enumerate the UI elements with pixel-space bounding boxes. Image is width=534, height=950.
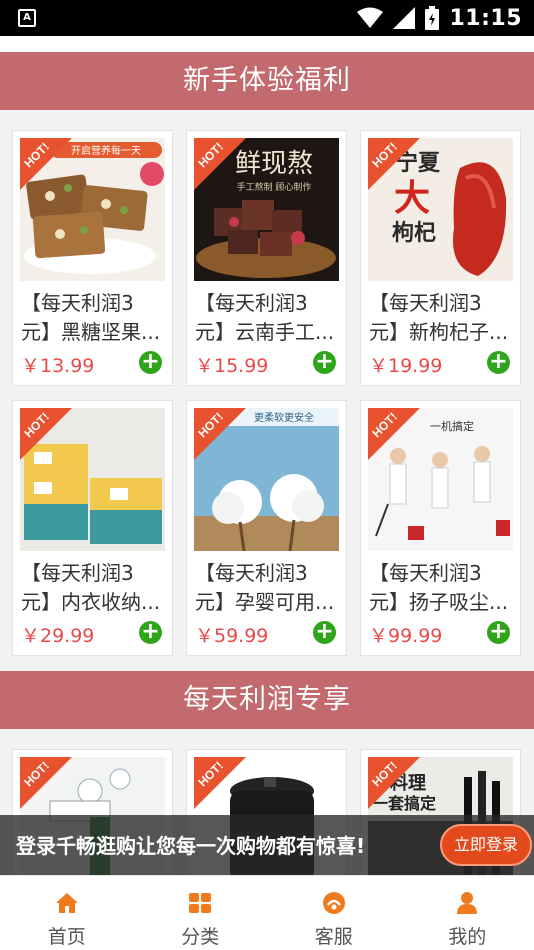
- product-title-line2: 元】新枸杞子...: [369, 320, 509, 344]
- signal-icon: [393, 7, 416, 29]
- product-image[interactable]: 一机搞定 HOT!: [368, 408, 513, 551]
- product-card[interactable]: 一机搞定 HOT! 【每天利润3 元】扬子吸尘... ￥99.99 +: [360, 400, 521, 656]
- tab-label: 首页: [47, 926, 86, 948]
- grid-icon: [189, 893, 212, 913]
- product-title[interactable]: 【每天利润3 元】孕婴可用...: [195, 559, 341, 617]
- product-price: ￥13.99: [21, 355, 95, 377]
- add-to-cart-button[interactable]: +: [313, 621, 336, 644]
- image-caption: 更柔软更安全: [254, 411, 314, 424]
- wifi-icon: [357, 7, 384, 28]
- product-title[interactable]: 【每天利润3 元】新枸杞子...: [369, 289, 515, 347]
- product-image[interactable]: 鲜现熬 手工熬制 顾心制作 HOT!: [194, 138, 339, 281]
- product-image[interactable]: 开启营养每一天 HOT!: [20, 138, 165, 281]
- battery-icon: [425, 6, 440, 30]
- product-title[interactable]: 【每天利润3 元】内衣收纳...: [21, 559, 167, 617]
- product-title-line2: 元】孕婴可用...: [195, 590, 335, 614]
- product-title[interactable]: 【每天利润3 元】扬子吸尘...: [369, 559, 515, 617]
- add-to-cart-button[interactable]: +: [139, 351, 162, 374]
- section-banner-new-user: 新手体验福利: [0, 52, 534, 110]
- product-price: ￥19.99: [369, 355, 443, 377]
- product-title-line1: 【每天利润3: [369, 291, 482, 315]
- product-price: ￥15.99: [195, 355, 269, 377]
- section-banner-daily-profit: 每天利润专享: [0, 671, 534, 729]
- product-title-line1: 【每天利润3: [195, 291, 308, 315]
- top-spacer: [0, 36, 534, 52]
- tab-service[interactable]: 客服: [267, 876, 401, 950]
- add-to-cart-button[interactable]: +: [487, 621, 510, 644]
- product-title-line1: 【每天利润3: [21, 561, 134, 585]
- service-icon: [322, 892, 345, 914]
- status-bar: A 11:15: [0, 0, 534, 36]
- product-card[interactable]: HOT! 【每天利润3 元】内衣收纳... ￥29.99 +: [12, 400, 173, 656]
- product-title-line1: 【每天利润3: [195, 561, 308, 585]
- product-title-line1: 【每天利润3: [369, 561, 482, 585]
- product-card[interactable]: 更柔软更安全 HOT! 【每天利润3 元】孕婴可用... ￥59.99 +: [186, 400, 347, 656]
- product-title-line2: 元】云南手工...: [195, 320, 335, 344]
- login-button[interactable]: 立即登录: [440, 824, 532, 866]
- tab-mine[interactable]: 我的: [401, 876, 534, 950]
- status-icons: 11:15: [357, 0, 522, 36]
- image-caption: 枸杞: [392, 220, 436, 246]
- product-title[interactable]: 【每天利润3 元】云南手工...: [195, 289, 341, 347]
- product-price: ￥29.99: [21, 625, 95, 647]
- app-notification-icon: A: [18, 9, 36, 27]
- image-caption: 鲜现熬: [235, 149, 313, 179]
- product-card[interactable]: 鲜现熬 手工熬制 顾心制作 HOT! 【每天利润3 元】云南手工... ￥15.…: [186, 130, 347, 386]
- tab-label: 我的: [448, 926, 487, 948]
- tab-label: 分类: [181, 926, 220, 948]
- product-price: ￥99.99: [369, 625, 443, 647]
- add-to-cart-button[interactable]: +: [313, 351, 336, 374]
- login-prompt-text: 登录千畅逛购让您每一次购物都有惊喜!: [16, 834, 366, 858]
- product-title-line2: 元】黑糖坚果...: [21, 320, 161, 344]
- tab-label: 客服: [314, 926, 353, 948]
- product-price: ￥59.99: [195, 625, 269, 647]
- product-grid-new-user: 开启营养每一天 HOT! 【每天利润3 元】黑糖坚果... ￥13.99 + 鲜…: [12, 130, 522, 656]
- bottom-tab-bar: 首页 分类 客服 我的: [0, 875, 534, 950]
- image-caption: 开启营养每一天: [71, 144, 141, 157]
- screen: A 11:15 新手体验福利 开启营养每一天 HOT! 【每天利润3 元】黑糖坚…: [0, 0, 534, 950]
- user-icon: [457, 892, 478, 914]
- product-image[interactable]: 更柔软更安全 HOT!: [194, 408, 339, 551]
- add-to-cart-button[interactable]: +: [487, 351, 510, 374]
- login-prompt-bar: 登录千畅逛购让您每一次购物都有惊喜! 立即登录: [0, 815, 534, 875]
- product-title[interactable]: 【每天利润3 元】黑糖坚果...: [21, 289, 167, 347]
- product-image[interactable]: HOT!: [20, 408, 165, 551]
- product-title-line1: 【每天利润3: [21, 291, 134, 315]
- product-card[interactable]: 宁夏 大 枸杞 HOT! 【每天利润3 元】新枸杞子... ￥19.99 +: [360, 130, 521, 386]
- product-image[interactable]: 宁夏 大 枸杞 HOT!: [368, 138, 513, 281]
- product-card[interactable]: 开启营养每一天 HOT! 【每天利润3 元】黑糖坚果... ￥13.99 +: [12, 130, 173, 386]
- image-caption: 一机搞定: [430, 419, 474, 433]
- add-to-cart-button[interactable]: +: [139, 621, 162, 644]
- product-title-line2: 元】扬子吸尘...: [369, 590, 509, 614]
- image-caption: 手工熬制 顾心制作: [237, 181, 312, 193]
- product-title-line2: 元】内衣收纳...: [21, 590, 161, 614]
- tab-category[interactable]: 分类: [134, 876, 268, 950]
- clock: 11:15: [449, 5, 522, 31]
- home-icon: [55, 893, 78, 913]
- tab-home[interactable]: 首页: [0, 876, 134, 950]
